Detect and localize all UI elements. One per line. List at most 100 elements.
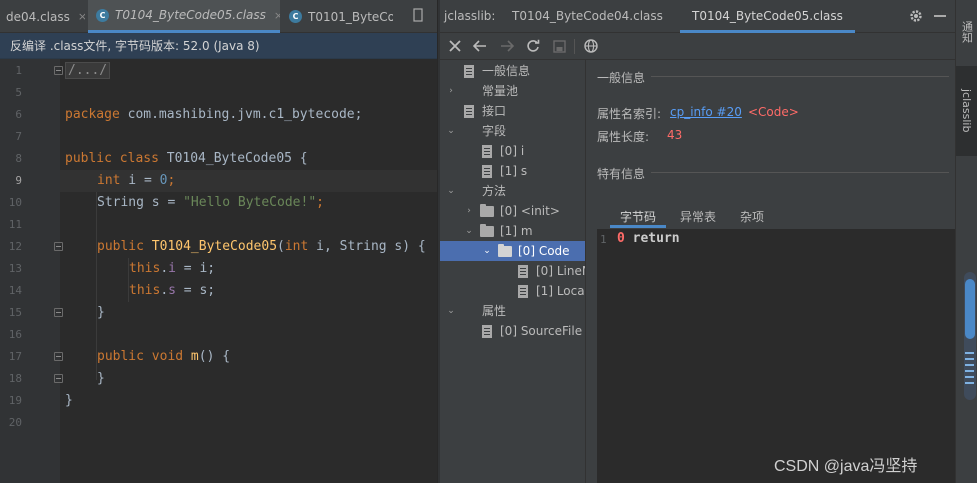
line-number: 5 (15, 86, 22, 99)
dot: . (160, 261, 169, 276)
code-line-8: public class T0104_ByteCode05 { (65, 148, 308, 170)
editor-tab-bar: de04.class × C T0104_ByteCode05.class × … (0, 0, 437, 33)
tab-bytecode01[interactable]: C T0101_ByteCo (283, 0, 393, 33)
tab-bytecode05[interactable]: C T0104_ByteCode05.class × (88, 0, 280, 33)
class-structure-tree: 一般信息 › 常量池 接口 ⌄ 字段 [0] i [1] s ⌄ 方法 › [0] <i… (440, 60, 586, 483)
tree-node-field-i[interactable]: [0] i (482, 141, 524, 161)
close-icon[interactable]: × (78, 10, 85, 23)
chevron-down-icon[interactable]: ⌄ (464, 226, 474, 236)
chevron-down-icon[interactable]: ⌄ (446, 306, 456, 316)
folded-imports[interactable]: /.../ (65, 62, 111, 79)
general-info-title: 一般信息 (597, 71, 646, 85)
tree-node-method-m[interactable]: ⌄ [1] m (464, 221, 533, 241)
notifications-tool-tab[interactable]: 通知 (956, 6, 977, 58)
gear-icon[interactable] (908, 8, 924, 24)
tree-node-label: [0] SourceFile (500, 324, 583, 338)
keyword: public (97, 239, 144, 254)
constructor-name: T0104_ByteCode05 (143, 239, 278, 254)
scrollbar-thumb[interactable] (965, 279, 975, 339)
save-icon[interactable] (550, 37, 568, 55)
tab-bytecode04[interactable]: de04.class × (0, 0, 85, 33)
chevron-right-icon[interactable]: › (464, 206, 474, 216)
minimize-icon[interactable] (934, 15, 946, 17)
chevron-down-icon[interactable]: ⌄ (446, 186, 456, 196)
name-index-label: 属性名索引: (597, 107, 662, 121)
tree-node-line-number-table[interactable]: [0] LineN (518, 261, 586, 281)
refresh-icon[interactable] (524, 37, 542, 55)
code-line-17: public void m() { (97, 346, 230, 368)
file-icon (482, 164, 492, 178)
tab-misc[interactable]: 杂项 (740, 206, 764, 228)
bytecode-instruction-line: 0 return (617, 231, 680, 246)
keyword: int (284, 239, 309, 254)
jclasslib-tool-tab[interactable]: jclasslib (956, 66, 977, 156)
file-icon (518, 264, 528, 278)
tree-node-label: 属性 (482, 304, 507, 318)
jclasslib-pane: jclasslib: T0104_ByteCode04.class T0104_… (440, 0, 955, 483)
keyword: public void (97, 349, 184, 364)
line-number: 20 (8, 416, 22, 429)
editor-pane: de04.class × C T0104_ByteCode05.class × … (0, 0, 437, 483)
tab-exception-table[interactable]: 异常表 (680, 206, 716, 228)
tab-jcl-bytecode04[interactable]: T0104_ByteCode04.class (512, 0, 663, 33)
jclasslib-tool-label: jclasslib (960, 89, 973, 133)
line-number: 18 (8, 372, 22, 385)
tree-node-interfaces[interactable]: 接口 (464, 101, 506, 121)
code-line-12: public T0104_ByteCode05(int i, String s)… (97, 236, 426, 258)
tree-node-code[interactable]: ⌄ [0] Code (440, 241, 585, 261)
forward-arrow-icon[interactable] (498, 37, 516, 55)
code-line-1: /.../ (65, 60, 111, 82)
tree-node-label: [1] s (500, 164, 528, 178)
semicolon: ; (167, 173, 176, 188)
tabs-overflow-icon[interactable] (411, 8, 425, 24)
assignment: = s; (175, 283, 216, 298)
keyword: this (129, 261, 161, 276)
jclasslib-tab-bar: jclasslib: T0104_ByteCode04.class T0104_… (440, 0, 955, 33)
close-icon[interactable]: × (274, 9, 280, 22)
divider (651, 172, 949, 173)
code-line-19: } (65, 390, 73, 412)
code-line-6: package com.mashibing.jvm.c1_bytecode; (65, 104, 362, 126)
tree-node-label: 常量池 (482, 84, 519, 98)
tree-node-label: 字段 (482, 124, 507, 138)
tree-node-label: [0] Code (518, 244, 570, 258)
tab-bytecode[interactable]: 字节码 (610, 206, 667, 228)
tree-node-constant-pool[interactable]: › 常量池 (446, 81, 518, 101)
code-area[interactable]: /.../ package com.mashibing.jvm.c1_bytec… (60, 59, 437, 483)
chevron-down-icon[interactable]: ⌄ (482, 246, 492, 256)
minimap-mark (965, 358, 974, 360)
tree-node-local-var-table[interactable]: [1] Loca (518, 281, 585, 301)
chevron-right-icon[interactable]: › (446, 86, 456, 96)
decompile-banner: 反编译 .class文件, 字节码版本: 52.0 (Java 8) (0, 33, 437, 59)
cp-info-link[interactable]: cp_info #20 (670, 105, 742, 119)
dot: . (160, 283, 169, 298)
tree-node-method-init[interactable]: › [0] <init> (464, 201, 560, 221)
package-name: com.mashibing.jvm.c1_bytecode; (119, 107, 363, 122)
class-file-icon: C (289, 10, 302, 23)
bytecode-opcode[interactable]: return (633, 231, 680, 246)
tree-node-attributes[interactable]: ⌄ 属性 (446, 301, 506, 321)
line-number: 13 (8, 262, 22, 275)
chevron-down-icon[interactable]: ⌄ (446, 126, 456, 136)
line-number: 11 (8, 218, 22, 231)
globe-icon[interactable] (582, 37, 600, 55)
tree-node-general[interactable]: 一般信息 (464, 61, 530, 81)
code-line-15: } (97, 302, 105, 324)
tree-node-methods[interactable]: ⌄ 方法 (446, 181, 506, 201)
code-line-10: String s = "Hello ByteCode!"; (97, 192, 324, 214)
right-tool-strip: 通知 jclasslib (955, 0, 977, 483)
tree-node-label: [0] LineN (536, 264, 586, 278)
field-ref: s (168, 283, 176, 298)
line-number: 14 (8, 284, 22, 297)
line-number: 6 (15, 108, 22, 121)
bytecode-view[interactable]: 1 0 return (597, 229, 955, 483)
back-arrow-icon[interactable] (471, 37, 489, 55)
tab-jcl-bytecode05[interactable]: T0104_ByteCode05.class (680, 0, 855, 33)
code-line-18: } (97, 368, 105, 390)
class-file-icon: C (96, 8, 109, 22)
tree-node-source-file[interactable]: [0] SourceFile (482, 321, 582, 341)
close-icon[interactable] (446, 37, 464, 55)
tree-node-fields[interactable]: ⌄ 字段 (446, 121, 506, 141)
file-icon (464, 64, 474, 78)
tree-node-field-s[interactable]: [1] s (482, 161, 527, 181)
